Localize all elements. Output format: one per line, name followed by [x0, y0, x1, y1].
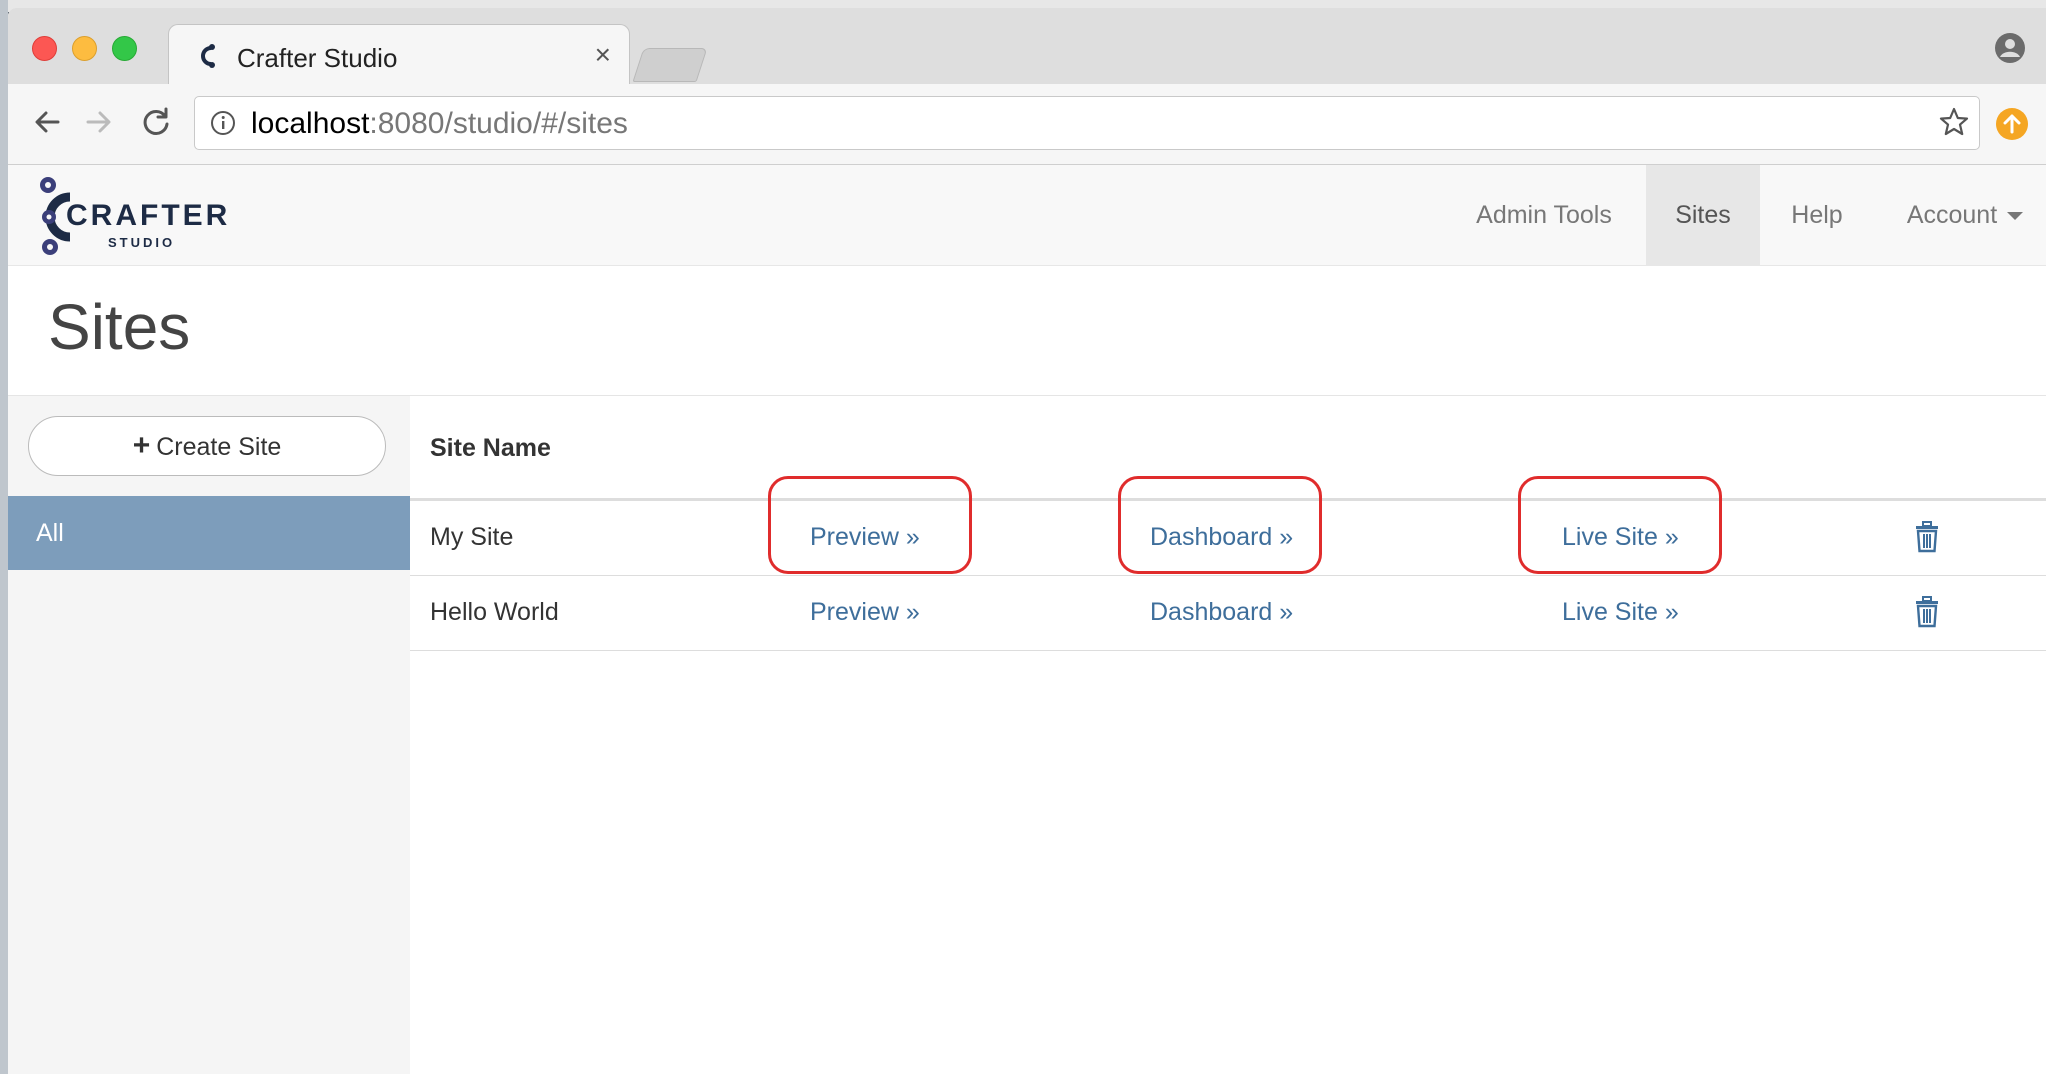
- caret-down-icon: [2007, 212, 2024, 221]
- table-row: Hello World Preview » Dashboard » Live S…: [410, 576, 2046, 651]
- highlight-dashboard: [1118, 476, 1322, 574]
- highlight-preview: [768, 476, 972, 574]
- url-text[interactable]: localhost:8080/studio/#/sites: [251, 107, 628, 141]
- minimize-window-button[interactable]: [72, 36, 97, 61]
- nav-sites[interactable]: Sites: [1646, 165, 1760, 265]
- site-name: My Site: [430, 523, 514, 551]
- browser-window: Crafter Studio × localhost:8080/studio/#…: [8, 8, 2046, 1074]
- background-window-edge: [0, 0, 8, 1074]
- sites-sidebar: + Create Site All: [8, 396, 410, 1074]
- nav-account-dropdown[interactable]: Account: [1890, 165, 2040, 265]
- highlight-live-site: [1518, 476, 1722, 574]
- crafter-favicon-icon: [201, 44, 215, 68]
- browser-toolbar: localhost:8080/studio/#/sites: [8, 84, 2046, 165]
- logo-wordmark: CRAFTER: [66, 199, 231, 232]
- column-header-site-name: Site Name: [430, 434, 551, 462]
- dashboard-link[interactable]: Dashboard »: [1150, 598, 1293, 627]
- info-icon[interactable]: [209, 109, 237, 137]
- trash-icon[interactable]: [1914, 596, 1940, 628]
- maximize-window-button[interactable]: [112, 36, 137, 61]
- create-site-label: Create Site: [156, 433, 282, 461]
- top-navbar: CRAFTER STUDIO Admin Tools Sites Help Ac…: [8, 165, 2046, 266]
- close-window-button[interactable]: [32, 36, 57, 61]
- site-name: Hello World: [430, 598, 559, 626]
- tab-crafter-studio[interactable]: Crafter Studio ×: [168, 24, 630, 85]
- filter-all[interactable]: All: [8, 496, 410, 570]
- new-tab-button[interactable]: [632, 48, 708, 82]
- crafter-studio-logo[interactable]: CRAFTER STUDIO: [36, 171, 227, 261]
- back-icon[interactable]: [28, 102, 68, 142]
- nav-admin-tools[interactable]: Admin Tools: [1464, 165, 1624, 265]
- nav-help[interactable]: Help: [1760, 165, 1874, 265]
- crafter-studio-app: CRAFTER STUDIO Admin Tools Sites Help Ac…: [8, 165, 2046, 1074]
- arrow-up-icon: [2003, 114, 2021, 134]
- page-header: Sites: [8, 266, 2046, 396]
- tab-close-icon[interactable]: ×: [595, 41, 611, 69]
- tab-strip: Crafter Studio ×: [8, 8, 2046, 85]
- update-extension-icon[interactable]: [1996, 108, 2028, 140]
- profile-icon[interactable]: [1994, 32, 2026, 64]
- url-host: localhost: [251, 107, 370, 140]
- logo-subtitle: STUDIO: [108, 235, 176, 250]
- address-bar[interactable]: localhost:8080/studio/#/sites: [194, 96, 1980, 150]
- live-site-link[interactable]: Live Site »: [1562, 598, 1679, 627]
- reload-icon[interactable]: [136, 102, 176, 142]
- bookmark-star-icon[interactable]: [1937, 105, 1971, 139]
- url-path: :8080/studio/#/sites: [369, 107, 628, 140]
- plus-icon: +: [132, 429, 151, 462]
- preview-link[interactable]: Preview »: [810, 598, 920, 627]
- create-site-button[interactable]: + Create Site: [28, 416, 386, 476]
- nav-account-label: Account: [1906, 201, 1998, 229]
- sites-table: Site Name My Site Preview » Dashboard » …: [410, 396, 2046, 1074]
- page-title: Sites: [48, 291, 191, 363]
- tab-title: Crafter Studio: [237, 43, 398, 73]
- forward-icon[interactable]: [78, 102, 118, 142]
- trash-icon[interactable]: [1914, 521, 1940, 553]
